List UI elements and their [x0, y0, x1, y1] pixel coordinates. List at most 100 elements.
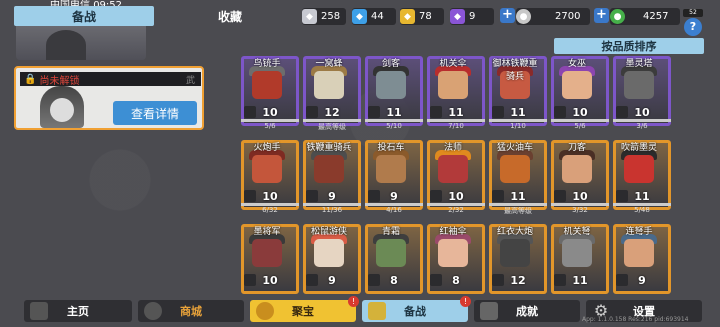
nav-label: 备战 [404, 305, 426, 318]
tab-collection[interactable]: 收藏 [160, 6, 300, 26]
class-icon [616, 190, 628, 202]
hero-level: 11 [386, 106, 402, 119]
tab-prepare[interactable]: 备战 [14, 6, 154, 26]
hero-level: 8 [452, 274, 460, 287]
hero-card[interactable]: 红袖伞 8 [427, 224, 485, 304]
game-screen: 中国电信 09:52 备战 收藏 ◆ 258 ◆ 44 ◆ 78 ◆ 9 + ●… [0, 0, 720, 327]
resource-gold: ◆ 78 [400, 8, 444, 25]
nav-label: 商城 [180, 305, 202, 318]
nav-home[interactable]: 主页 [24, 300, 132, 322]
hero-face [562, 71, 592, 99]
hero-progress: 5/6 [574, 122, 586, 130]
hero-card[interactable]: 连弩手 9 [613, 224, 671, 304]
hero-card[interactable]: 墨将军 10 [241, 224, 299, 304]
hero-portrait-top [16, 26, 146, 60]
hero-card[interactable]: 机关伞 11 7/10 [427, 56, 485, 136]
hero-level: 8 [390, 274, 398, 287]
sort-by-quality-button[interactable]: 按品质排序 [554, 38, 704, 54]
hero-name: 墨灵塔 [625, 59, 653, 69]
hero-card[interactable]: 鸟铳手 10 5/6 [241, 56, 299, 136]
nav-label: 聚宝 [292, 305, 314, 318]
hero-name: 墨将军 [253, 227, 281, 237]
help-button[interactable]: ? [684, 18, 702, 36]
hero-face [314, 155, 344, 183]
treasure-icon [256, 302, 274, 320]
hero-name: 刀客 [567, 143, 586, 153]
add-jade-button[interactable]: + [594, 8, 609, 23]
class-icon [492, 106, 504, 118]
hero-name: 机关伞 [439, 59, 467, 69]
hero-name: 猛火油车 [496, 143, 533, 153]
hero-card[interactable]: 猛火油车 11 最高等级 [489, 140, 547, 220]
hero-level: 9 [638, 274, 646, 287]
class-icon [368, 274, 380, 286]
hero-progress: 5/6 [264, 122, 276, 130]
hero-silhouette [46, 30, 86, 60]
achievement-icon [480, 302, 498, 320]
hero-level: 9 [328, 274, 336, 287]
hero-face [438, 155, 468, 183]
hero-card[interactable]: 青霜 8 [365, 224, 423, 304]
hero-card[interactable]: 机关弩 11 [551, 224, 609, 304]
hero-level: 9 [328, 190, 336, 203]
hero-face [562, 155, 592, 183]
hero-progress: 4/16 [386, 206, 402, 214]
hero-card[interactable]: 红衣大炮 12 [489, 224, 547, 304]
class-icon [306, 106, 318, 118]
class-icon [430, 106, 442, 118]
version-text: App: 1.1.0.158 Res:216 pid:693914 [582, 316, 689, 323]
hero-face [252, 239, 282, 267]
class-icon [554, 106, 566, 118]
hero-card[interactable]: 刀客 10 3/32 [551, 140, 609, 220]
nav-prepare[interactable]: 备战 [362, 300, 468, 322]
hero-card[interactable]: 火炮手 10 6/32 [241, 140, 299, 220]
hero-type-glyph: 武 [185, 75, 195, 86]
hero-card[interactable]: 吹箭墨灵 11 5/48 [613, 140, 671, 220]
resource-silver: ◆ 258 [302, 8, 346, 25]
hero-card[interactable]: 剑客 11 5/10 [365, 56, 423, 136]
hero-face [562, 239, 592, 267]
hero-card[interactable]: 御林铁鞭重骑兵 11 1/10 [489, 56, 547, 136]
class-icon [492, 190, 504, 202]
hero-progress: 6/32 [262, 206, 278, 214]
add-coin-button[interactable]: + [500, 8, 515, 23]
hero-progress: 2/32 [448, 206, 464, 214]
nav-achievement[interactable]: 成就 [474, 300, 580, 322]
hero-name: 女巫 [567, 59, 586, 69]
hero-card[interactable]: 女巫 10 5/6 [551, 56, 609, 136]
hero-name: 鸟铳手 [253, 59, 281, 69]
hero-card[interactable]: 投石车 9 4/16 [365, 140, 423, 220]
hero-card[interactable]: 松鼠游侠 9 [303, 224, 361, 304]
notification-badge: ! [348, 296, 359, 307]
hero-card[interactable]: 墨灵塔 10 3/6 [613, 56, 671, 136]
hero-level: 10 [262, 190, 278, 203]
resource-value: 2700 [555, 11, 581, 22]
hero-name: 投石车 [377, 143, 405, 153]
hero-face [376, 71, 406, 99]
class-icon [616, 274, 628, 286]
hero-level: 10 [572, 190, 588, 203]
hero-face [314, 71, 344, 99]
lock-icon: 🔒 [24, 73, 37, 85]
hero-face [624, 155, 654, 183]
hero-card[interactable]: 法师 10 2/32 [427, 140, 485, 220]
hero-card[interactable]: 一窝蜂 12 最高等级 [303, 56, 361, 136]
nav-shop[interactable]: 商城 [138, 300, 244, 322]
hero-card[interactable]: 铁鞭重骑兵 9 11/36 [303, 140, 361, 220]
resource-value: 4257 [643, 11, 669, 22]
hero-progress: 7/10 [448, 122, 464, 130]
hero-name: 御林铁鞭重骑兵 [492, 59, 538, 82]
resource-value: 44 [371, 11, 384, 22]
resource-jade: ● 4257 [610, 8, 680, 25]
prepare-icon [368, 302, 386, 320]
resource-value: 258 [321, 11, 341, 22]
hero-level: 10 [572, 106, 588, 119]
nav-treasure[interactable]: 聚宝 [250, 300, 356, 322]
hero-level: 11 [448, 106, 464, 119]
hero-name: 红袖伞 [439, 227, 467, 237]
view-details-button[interactable]: 查看详情 [113, 101, 197, 125]
locked-hero-card[interactable]: 🔒 尚未解锁 武 查看详情 [14, 66, 204, 130]
hero-progress: 最高等级 [318, 123, 346, 131]
resource-value: 9 [469, 11, 476, 22]
nav-label: 主页 [67, 305, 89, 318]
